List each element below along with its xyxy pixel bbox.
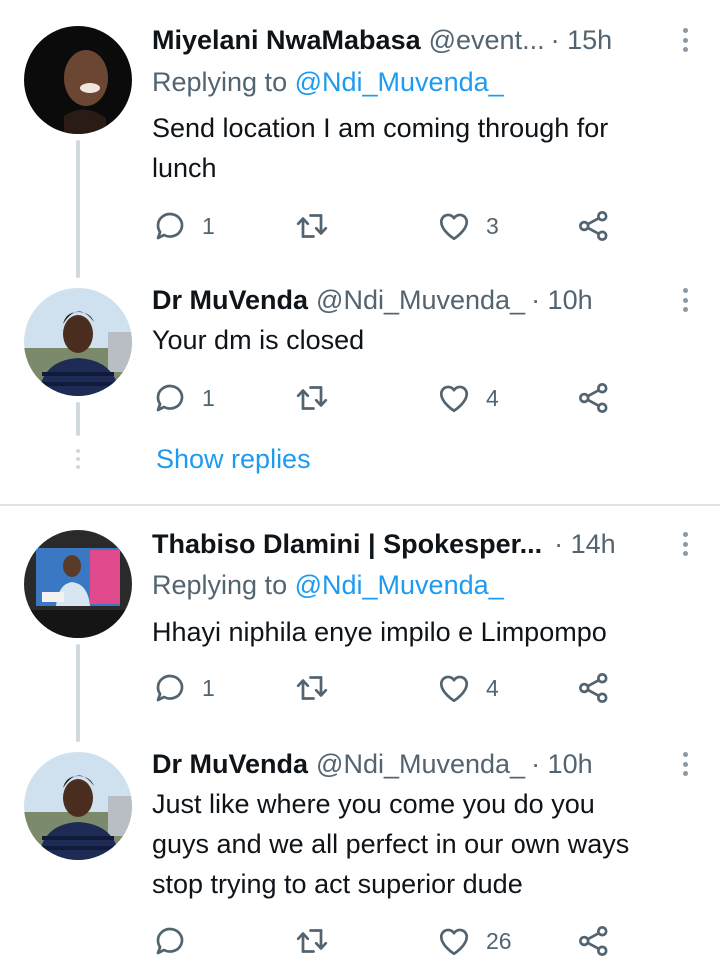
avatar[interactable] bbox=[24, 530, 132, 638]
replying-to: Replying to @Ndi_Muvenda_ bbox=[152, 567, 504, 603]
tweet-header: Thabiso Dlamini | Spokesper... · 14h bbox=[152, 526, 660, 562]
tweet-text: Send location I am coming through for lu… bbox=[152, 108, 696, 188]
retweet-icon bbox=[294, 380, 330, 416]
share-button[interactable] bbox=[576, 206, 612, 246]
tweet-header: Dr MuVenda @Ndi_Muvenda_ · 10h bbox=[152, 746, 660, 782]
tweet-text-line: stop trying to act superior dude bbox=[152, 869, 523, 899]
replying-to: Replying to @Ndi_Muvenda_ bbox=[152, 64, 504, 100]
share-button[interactable] bbox=[576, 668, 612, 708]
reply-button[interactable]: 1 bbox=[152, 206, 215, 246]
share-icon bbox=[576, 380, 612, 416]
mention-link[interactable]: @Ndi_Muvenda_ bbox=[295, 570, 504, 600]
like-icon bbox=[436, 670, 472, 706]
like-count: 3 bbox=[486, 212, 499, 239]
share-icon bbox=[576, 670, 612, 706]
action-bar: 1 4 bbox=[152, 668, 632, 708]
more-icon[interactable] bbox=[678, 529, 692, 559]
reply-icon bbox=[152, 923, 188, 959]
retweet-button[interactable] bbox=[294, 378, 344, 418]
username[interactable]: @Ndi_Muvenda_ bbox=[316, 746, 525, 782]
action-bar: 1 4 bbox=[152, 378, 632, 418]
tweet-text: Your dm is closed bbox=[152, 320, 696, 360]
share-button[interactable] bbox=[576, 378, 612, 418]
replying-prefix: Replying to bbox=[152, 570, 288, 600]
like-button[interactable]: 3 bbox=[436, 206, 499, 246]
timestamp[interactable]: · 10h bbox=[531, 746, 593, 782]
username[interactable]: @Ndi_Muvenda_ bbox=[316, 282, 525, 318]
divider bbox=[0, 504, 720, 506]
more-icon[interactable] bbox=[678, 25, 692, 55]
reply-icon bbox=[152, 380, 188, 416]
reply-icon bbox=[152, 208, 188, 244]
display-name[interactable]: Dr MuVenda bbox=[152, 746, 308, 782]
retweet-icon bbox=[294, 670, 330, 706]
reply-button[interactable]: 1 bbox=[152, 378, 215, 418]
like-icon bbox=[436, 208, 472, 244]
reply-button[interactable]: 1 bbox=[152, 668, 215, 708]
tweet-text-line: Hhayi niphila enye impilo e Limpompo bbox=[152, 617, 607, 647]
tweet-text-line: guys and we all perfect in our own ways bbox=[152, 829, 630, 859]
share-icon bbox=[576, 208, 612, 244]
like-icon bbox=[436, 923, 472, 959]
replying-prefix: Replying to bbox=[152, 67, 288, 97]
action-bar: 1 3 bbox=[152, 206, 632, 246]
avatar[interactable] bbox=[24, 288, 132, 396]
avatar[interactable] bbox=[24, 26, 132, 134]
retweet-button[interactable] bbox=[294, 668, 344, 708]
display-name[interactable]: Miyelani NwaMabasa bbox=[152, 22, 421, 58]
tweet-text: Just like where you come you do you guys… bbox=[152, 784, 696, 904]
mention-link[interactable]: @Ndi_Muvenda_ bbox=[295, 67, 504, 97]
share-icon bbox=[576, 923, 612, 959]
more-icon[interactable] bbox=[678, 285, 692, 315]
like-button[interactable]: 4 bbox=[436, 378, 499, 418]
show-replies-link[interactable]: Show replies bbox=[156, 441, 311, 477]
display-name[interactable]: Thabiso Dlamini | Spokesper... bbox=[152, 526, 542, 562]
timestamp[interactable]: · 10h bbox=[531, 282, 593, 318]
retweet-button[interactable] bbox=[294, 921, 344, 961]
reply-count: 1 bbox=[202, 384, 215, 411]
like-count: 4 bbox=[486, 384, 499, 411]
share-button[interactable] bbox=[576, 921, 612, 961]
reply-button[interactable] bbox=[152, 921, 202, 961]
username[interactable]: @event... bbox=[429, 22, 545, 58]
retweet-button[interactable] bbox=[294, 206, 344, 246]
reply-count: 1 bbox=[202, 212, 215, 239]
like-icon bbox=[436, 380, 472, 416]
like-button[interactable]: 4 bbox=[436, 668, 499, 708]
tweet-text-line: Send location I am coming through for bbox=[152, 113, 609, 143]
tweet-header: Dr MuVenda @Ndi_Muvenda_ · 10h bbox=[152, 282, 660, 318]
avatar[interactable] bbox=[24, 752, 132, 860]
retweet-icon bbox=[294, 923, 330, 959]
retweet-icon bbox=[294, 208, 330, 244]
more-icon[interactable] bbox=[678, 749, 692, 779]
like-button[interactable]: 26 bbox=[436, 921, 512, 961]
tweet-text-line: Just like where you come you do you bbox=[152, 789, 595, 819]
tweet-text-line: Your dm is closed bbox=[152, 325, 365, 355]
tweet-header: Miyelani NwaMabasa @event... · 15h bbox=[152, 22, 660, 58]
timestamp[interactable]: · 14h bbox=[554, 526, 616, 562]
action-bar: 26 bbox=[152, 921, 632, 961]
tweet-text: Hhayi niphila enye impilo e Limpompo bbox=[152, 612, 696, 652]
like-count: 26 bbox=[486, 927, 512, 954]
timestamp[interactable]: · 15h bbox=[551, 22, 613, 58]
display-name[interactable]: Dr MuVenda bbox=[152, 282, 308, 318]
reply-count: 1 bbox=[202, 674, 215, 701]
tweet-text-line: lunch bbox=[152, 153, 217, 183]
reply-icon bbox=[152, 670, 188, 706]
like-count: 4 bbox=[486, 674, 499, 701]
